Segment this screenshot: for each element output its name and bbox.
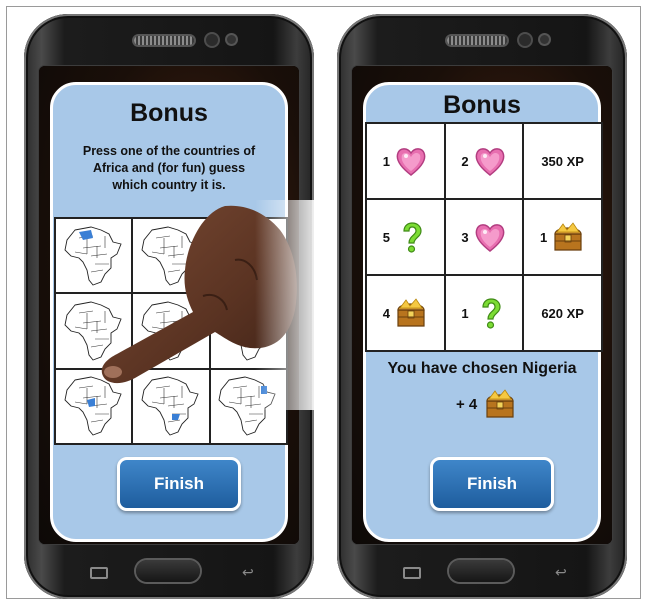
heart-icon	[473, 144, 507, 178]
question-mark-icon	[473, 296, 507, 330]
reward-cell: 1	[523, 199, 602, 275]
africa-map-icon	[138, 299, 204, 363]
reward-xp: 350 XP	[541, 153, 584, 169]
heart-icon	[473, 220, 507, 254]
earpiece-speaker	[447, 36, 507, 45]
reward-count: 1	[540, 229, 548, 245]
country-grid	[54, 217, 288, 445]
treasure-chest-icon	[394, 296, 428, 330]
left-phone: Bonus Press one of the countries of Afri…	[24, 14, 314, 599]
right-screen: Bonus 1 2 350 XP 5 3 1 4 1 620 XP You ha…	[352, 66, 612, 544]
reward-gain: + 4	[456, 387, 517, 421]
front-camera	[519, 34, 531, 46]
reward-cell: 1	[366, 123, 445, 199]
reward-xp: 620 XP	[541, 305, 584, 321]
map-cell-6[interactable]	[209, 293, 287, 369]
page-title: Bonus	[130, 99, 208, 127]
africa-map-icon	[61, 299, 127, 363]
map-cell-1[interactable]	[55, 218, 133, 294]
reward-cell: 3	[444, 199, 524, 275]
front-camera	[206, 34, 218, 46]
sensor	[540, 35, 549, 44]
africa-map-icon	[215, 299, 281, 363]
map-cell-8[interactable]	[132, 368, 210, 444]
map-cell-7[interactable]	[55, 368, 133, 444]
sensor	[227, 35, 236, 44]
menu-key-icon[interactable]	[403, 567, 421, 579]
finish-button[interactable]: Finish	[430, 457, 554, 511]
africa-map-icon	[215, 374, 281, 438]
home-button[interactable]	[136, 560, 200, 582]
africa-map-icon	[215, 224, 281, 288]
back-key-icon[interactable]: ↩	[242, 565, 254, 581]
reward-grid: 1 2 350 XP 5 3 1 4 1 620 XP	[365, 122, 603, 352]
earpiece-speaker	[134, 36, 194, 45]
finish-button[interactable]: Finish	[117, 457, 241, 511]
bonus-panel: Bonus 1 2 350 XP 5 3 1 4 1 620 XP You ha…	[363, 82, 603, 542]
heart-icon	[394, 144, 428, 178]
africa-map-icon	[61, 374, 127, 438]
home-button[interactable]	[449, 560, 513, 582]
map-cell-9[interactable]	[209, 368, 287, 444]
reward-count: 4	[382, 305, 390, 321]
reward-cell: 5	[366, 199, 445, 275]
treasure-chest-icon	[483, 387, 517, 421]
gain-amount: + 4	[456, 395, 478, 413]
question-mark-icon	[394, 220, 428, 254]
menu-key-icon[interactable]	[90, 567, 108, 579]
treasure-chest-icon	[551, 220, 585, 254]
bonus-panel: Bonus Press one of the countries of Afri…	[50, 82, 288, 542]
reward-cell: 2	[444, 123, 524, 199]
left-screen: Bonus Press one of the countries of Afri…	[39, 66, 299, 544]
reward-count: 2	[461, 153, 469, 169]
reward-cell: 4	[366, 275, 445, 351]
back-key-icon[interactable]: ↩	[555, 565, 567, 581]
map-cell-4[interactable]	[55, 293, 133, 369]
page-title: Bonus	[443, 91, 521, 119]
africa-map-icon	[138, 374, 204, 438]
map-cell-5[interactable]	[132, 293, 210, 369]
reward-count: 1	[461, 305, 469, 321]
map-cell-3[interactable]	[209, 218, 287, 294]
instruction-text: Press one of the countries of Africa and…	[82, 144, 256, 192]
map-cell-2[interactable]	[132, 218, 210, 294]
result-text: You have chosen Nigeria	[387, 360, 577, 377]
reward-count: 3	[461, 229, 469, 245]
africa-map-icon	[138, 224, 204, 288]
africa-map-icon	[61, 224, 127, 288]
reward-count: 1	[382, 153, 390, 169]
reward-cell: 1	[444, 275, 524, 351]
reward-count: 5	[382, 229, 390, 245]
right-phone: Bonus 1 2 350 XP 5 3 1 4 1 620 XP You ha…	[337, 14, 627, 599]
reward-cell: 620 XP	[523, 275, 602, 351]
reward-cell: 350 XP	[523, 123, 602, 199]
